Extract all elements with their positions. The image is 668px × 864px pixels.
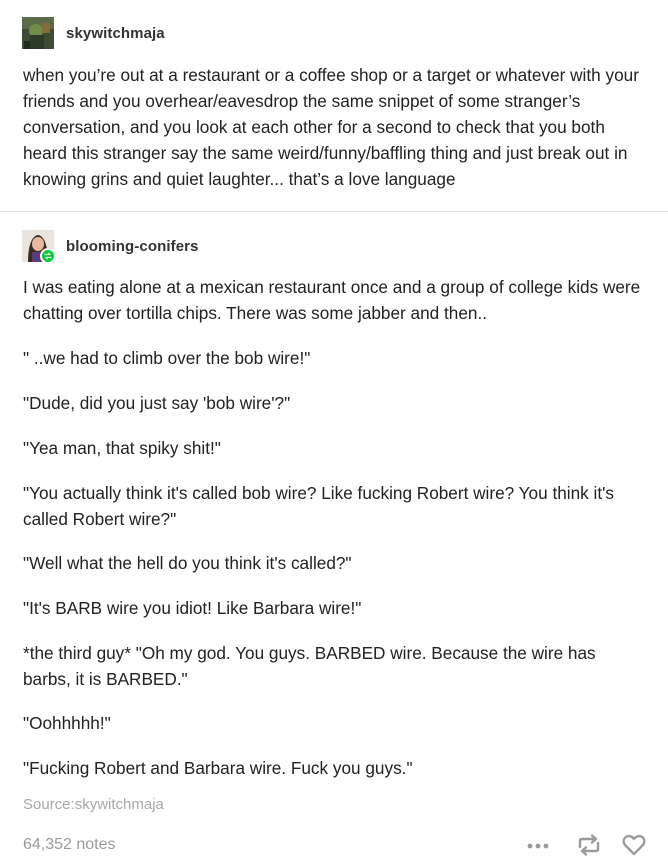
avatar[interactable] xyxy=(22,17,54,49)
reblog-paragraph: I was eating alone at a mexican restaura… xyxy=(23,277,641,323)
avatar-image-icon xyxy=(22,17,54,49)
reblog-paragraph: "It's BARB wire you idiot! Like Barbara … xyxy=(23,598,362,618)
reblog-paragraph: "Dude, did you just say 'bob wire'?" xyxy=(23,393,291,413)
source-link[interactable]: skywitchmaja xyxy=(75,796,164,813)
reblog-badge-icon xyxy=(40,248,56,264)
original-post-username[interactable]: skywitchmaja xyxy=(66,25,165,42)
source-label: Source: xyxy=(23,796,75,813)
reblog-paragraph: "Fucking Robert and Barbara wire. Fuck y… xyxy=(23,758,413,778)
reblog-paragraph: " ..we had to climb over the bob wire!" xyxy=(23,348,311,368)
original-post-header: skywitchmaja xyxy=(22,17,165,49)
reblog-header: blooming-conifers xyxy=(22,230,199,264)
reblog-paragraph: "Well what the hell do you think it's ca… xyxy=(23,553,352,573)
post-footer: 64,352 notes xyxy=(0,830,668,864)
like-heart-icon[interactable] xyxy=(621,833,647,857)
reblog-paragraph: "Oohhhhh!" xyxy=(23,713,111,733)
reblog-icon[interactable] xyxy=(576,833,602,857)
original-post-text: when you’re out at a restaurant or a cof… xyxy=(23,65,639,189)
reblog-paragraph: "You actually think it's called bob wire… xyxy=(23,483,615,529)
avatar[interactable] xyxy=(22,230,56,264)
source-line: Source:skywitchmaja xyxy=(23,796,164,813)
reblog-paragraph: *the third guy* "Oh my god. You guys. BA… xyxy=(23,643,596,689)
post-divider xyxy=(0,211,668,212)
reblog-paragraph: "Yea man, that spiky shit!" xyxy=(23,438,221,458)
more-dots-icon[interactable] xyxy=(527,842,549,850)
notes-count[interactable]: 64,352 notes xyxy=(23,836,116,854)
reblog-username[interactable]: blooming-conifers xyxy=(66,238,199,255)
